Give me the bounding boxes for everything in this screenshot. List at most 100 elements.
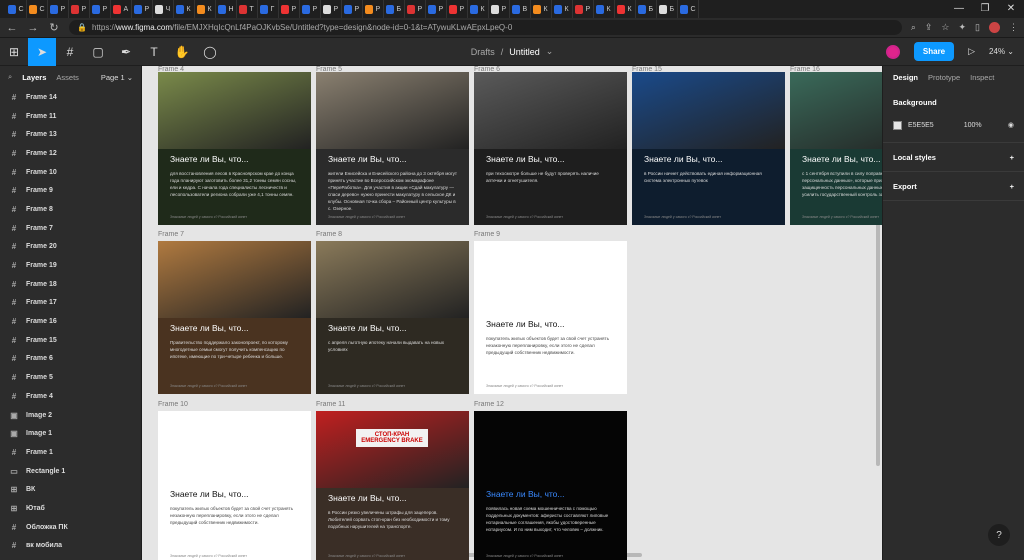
profile-avatar[interactable] <box>989 22 1000 33</box>
text-tool-icon[interactable]: T <box>140 38 168 66</box>
browser-tab[interactable]: С <box>27 0 48 18</box>
color-swatch[interactable] <box>893 120 902 130</box>
browser-tab[interactable]: С <box>678 0 699 18</box>
browser-tab[interactable]: Р <box>321 0 342 18</box>
vertical-scrollbar[interactable] <box>876 206 880 466</box>
design-frame[interactable]: Знаете ли Вы, что... Правительство поддер… <box>158 241 311 394</box>
design-frame[interactable]: Знаете ли Вы, что... с 1 сентября вступил… <box>790 72 882 225</box>
layer-item[interactable]: # Frame 9 <box>0 181 141 200</box>
plus-icon[interactable]: + <box>1010 182 1014 191</box>
layer-item[interactable]: ▭ Rectangle 1 <box>0 462 141 481</box>
browser-tab[interactable]: Р <box>405 0 426 18</box>
browser-tab[interactable]: Б <box>636 0 657 18</box>
tab-layers[interactable]: Layers <box>22 73 46 82</box>
file-name[interactable]: Untitled <box>509 47 540 57</box>
browser-tab[interactable]: Т <box>237 0 258 18</box>
layer-item[interactable]: # Frame 20 <box>0 238 141 257</box>
sidebar-icon[interactable]: ▯ <box>975 22 980 33</box>
layer-item[interactable]: # Frame 5 <box>0 368 141 387</box>
frame-label[interactable]: Frame 9 <box>474 231 500 238</box>
layer-item[interactable]: # Frame 11 <box>0 107 141 126</box>
layer-item[interactable]: # Frame 7 <box>0 219 141 238</box>
layer-item[interactable]: # Frame 8 <box>0 200 141 219</box>
frame-label[interactable]: Frame 8 <box>316 231 342 238</box>
tab-design[interactable]: Design <box>893 73 918 82</box>
browser-tab[interactable]: А <box>111 0 132 18</box>
layer-item[interactable]: # Frame 4 <box>0 387 141 406</box>
tab-inspect[interactable]: Inspect <box>970 73 994 82</box>
browser-tab[interactable]: Р <box>489 0 510 18</box>
design-frame[interactable]: Знаете ли Вы, что... появилась новая схем… <box>474 411 627 560</box>
layer-item[interactable]: ⊞ Ютаб <box>0 499 141 518</box>
chevron-down-icon[interactable]: ⌄ <box>546 46 554 57</box>
forward-icon[interactable]: → <box>27 22 39 34</box>
browser-tab[interactable]: Р <box>48 0 69 18</box>
present-icon[interactable]: ▷ <box>968 46 975 57</box>
design-frame[interactable]: Знаете ли Вы, что... жители Енисейска и Е… <box>316 72 469 225</box>
frame-label[interactable]: Frame 7 <box>158 231 184 238</box>
layer-item[interactable]: ▣ Image 2 <box>0 406 141 425</box>
browser-tab[interactable]: К <box>468 0 489 18</box>
plus-icon[interactable]: + <box>1010 153 1014 162</box>
design-frame[interactable]: Знаете ли Вы, что... покупатель жилых объ… <box>474 241 627 394</box>
rectangle-tool-icon[interactable]: ▢ <box>84 38 112 66</box>
layer-item[interactable]: # Frame 10 <box>0 163 141 182</box>
design-frame[interactable]: СТОП-КРАН EMERGENCY BRAKE Знаете ли Вы, ч… <box>316 411 469 560</box>
design-frame[interactable]: Знаете ли Вы, что... в России начнет дейс… <box>632 72 785 225</box>
minimize-button[interactable]: — <box>946 0 972 18</box>
browser-tab[interactable]: Р <box>90 0 111 18</box>
browser-tab[interactable]: С <box>6 0 27 18</box>
browser-tab[interactable]: К <box>615 0 636 18</box>
design-frame[interactable]: Знаете ли Вы, что... для восстановления л… <box>158 72 311 225</box>
puzzle-icon[interactable]: ✦ <box>959 22 967 33</box>
star-icon[interactable]: ☆ <box>941 22 949 33</box>
layer-item[interactable]: ⊞ ВК <box>0 480 141 499</box>
browser-tab[interactable]: Р <box>279 0 300 18</box>
url-field[interactable]: 🔒 https://www.figma.com/file/EMJXHqIcQnL… <box>69 20 902 35</box>
tab-assets[interactable]: Assets <box>56 73 79 82</box>
browser-tab[interactable]: Б <box>657 0 678 18</box>
layer-item[interactable]: # Frame 13 <box>0 125 141 144</box>
browser-tab[interactable]: К <box>174 0 195 18</box>
browser-tab[interactable]: Р <box>69 0 90 18</box>
browser-tab[interactable]: Р <box>342 0 363 18</box>
browser-tab[interactable]: К <box>195 0 216 18</box>
layer-item[interactable]: # Frame 15 <box>0 331 141 350</box>
zoom-dropdown[interactable]: 24% ⌄ <box>989 47 1014 56</box>
browser-tab[interactable]: В <box>510 0 531 18</box>
layer-item[interactable]: # вк мобила <box>0 537 141 556</box>
hand-tool-icon[interactable]: ✋ <box>168 38 196 66</box>
browser-tab[interactable]: Р <box>447 0 468 18</box>
frame-label[interactable]: Frame 12 <box>474 401 504 408</box>
browser-tab[interactable]: Н <box>216 0 237 18</box>
layer-item[interactable]: # Frame 6 <box>0 350 141 369</box>
browser-tab[interactable]: Г <box>258 0 279 18</box>
design-frame[interactable]: Знаете ли Вы, что... покупатель жилых объ… <box>158 411 311 560</box>
frame-label[interactable]: Frame 11 <box>316 401 345 408</box>
reload-icon[interactable]: ↻ <box>48 21 60 34</box>
layer-item[interactable]: # Frame 17 <box>0 294 141 313</box>
browser-tab[interactable]: К <box>531 0 552 18</box>
design-frame[interactable]: Знаете ли Вы, что... при техосмотре больш… <box>474 72 627 225</box>
search-icon[interactable]: ⌕ <box>911 22 916 33</box>
browser-tab[interactable]: Б <box>384 0 405 18</box>
tab-prototype[interactable]: Prototype <box>928 73 960 82</box>
browser-tab[interactable]: Р <box>573 0 594 18</box>
share-icon[interactable]: ⇪ <box>925 22 933 33</box>
browser-tab[interactable]: Ч <box>153 0 174 18</box>
pen-tool-icon[interactable]: ✒ <box>112 38 140 66</box>
frame-label[interactable]: Frame 10 <box>158 401 188 408</box>
share-button[interactable]: Share <box>913 42 955 61</box>
bg-hex[interactable]: E5E5E5 <box>908 122 934 129</box>
canvas[interactable]: Frame 4 Знаете ли Вы, что... для восстанов… <box>142 66 882 560</box>
browser-tab[interactable]: Р <box>426 0 447 18</box>
layer-item[interactable]: ▣ Image 1 <box>0 424 141 443</box>
background-fill-row[interactable]: E5E5E5 100% ◉ <box>893 116 1014 134</box>
back-icon[interactable]: ← <box>6 22 18 34</box>
browser-tab[interactable]: Р <box>363 0 384 18</box>
layer-item[interactable]: # Frame 14 <box>0 88 141 107</box>
user-avatar[interactable] <box>885 44 900 59</box>
help-button[interactable]: ? <box>988 524 1010 546</box>
close-window-button[interactable]: ✕ <box>998 0 1024 18</box>
main-menu-icon[interactable]: ⊞ <box>0 38 28 66</box>
